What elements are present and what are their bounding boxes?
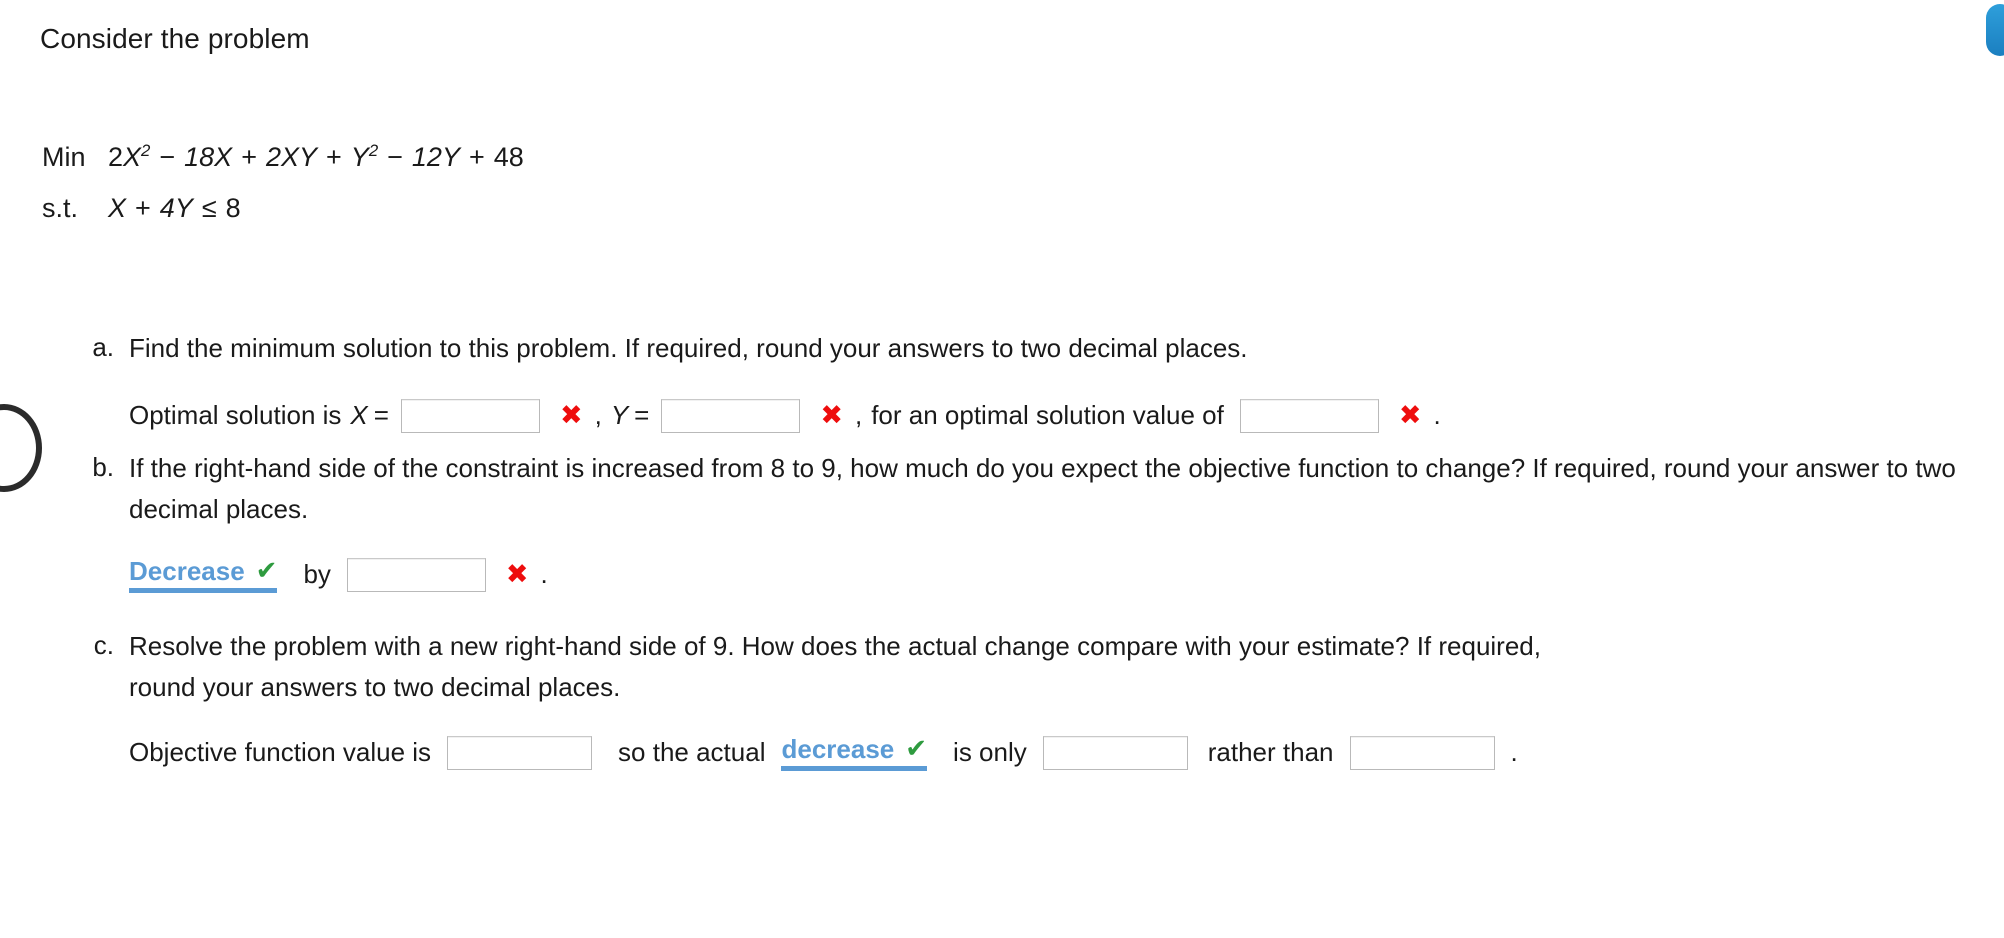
- objective-exponent-2: 2: [368, 141, 379, 160]
- objective-term-1: 2: [108, 142, 124, 172]
- problem-intro: Consider the problem: [40, 23, 310, 54]
- question-prompt-c: Resolve the problem with a new right-han…: [129, 631, 1541, 702]
- question-body-c: Resolve the problem with a new right-han…: [129, 626, 1599, 773]
- objective-op-5: +: [468, 142, 485, 172]
- objective-value-input[interactable]: [447, 735, 593, 770]
- answer-a-mid: for an optimal solution value of: [871, 400, 1224, 430]
- question-prompt-b: If the right-hand side of the constraint…: [129, 453, 1956, 524]
- direction-select-c[interactable]: decrease ✔: [781, 734, 928, 771]
- answer-a-equals-y: =: [634, 400, 650, 430]
- answer-b-by: by: [303, 559, 331, 589]
- constraint-tag: s.t.: [42, 193, 79, 223]
- constraint-lhs-a: X: [108, 193, 127, 223]
- question-body-b: If the right-hand side of the constraint…: [129, 448, 2004, 595]
- objective-term-6: 48: [493, 142, 524, 172]
- constraint-op: +: [135, 193, 151, 223]
- direction-select-b[interactable]: Decrease ✔: [129, 556, 278, 593]
- question-item-a: a. Find the minimum solution to this pro…: [84, 328, 2004, 448]
- objective-tag: Min: [42, 142, 86, 172]
- correct-check-icon-c: ✔: [905, 734, 928, 764]
- objective-op-1: −: [159, 142, 176, 172]
- answer-c-mid-2: is only: [953, 737, 1027, 767]
- constraint-relation: ≤: [201, 193, 217, 223]
- answer-a-equals-x: =: [373, 400, 389, 430]
- constraint-row: s.t. X +4Y ≤8: [42, 183, 524, 234]
- question-item-c: c. Resolve the problem with a new right-…: [84, 626, 2004, 773]
- answer-line-a: Optimal solution is X = ✖ , Y = ✖ , for …: [129, 395, 2004, 436]
- question-label-a: a.: [92, 332, 114, 362]
- incorrect-icon-expected-change: ✖: [505, 559, 529, 590]
- optimal-objective-input[interactable]: [1239, 398, 1379, 433]
- objective-op-2: +: [241, 142, 257, 172]
- direction-select-c-label: decrease: [781, 734, 895, 764]
- worksheet-page: Consider the problem Min 2X2−18X +2XY + Y2−…: [0, 0, 2004, 938]
- answer-a-var-x: X: [350, 400, 368, 430]
- expected-change-input[interactable]: [346, 557, 486, 592]
- edge-tab-icon[interactable]: [1986, 4, 2004, 56]
- objective-exponent-1: 2: [141, 141, 151, 160]
- incorrect-icon-objective: ✖: [1398, 400, 1422, 431]
- answer-c-period: .: [1510, 737, 1518, 767]
- constraint-expression: X +4Y ≤8: [108, 183, 241, 234]
- optimal-y-input[interactable]: [661, 398, 801, 433]
- objective-term-2: 18X: [184, 142, 233, 172]
- constraint-rhs: 8: [225, 193, 241, 223]
- optimal-x-input[interactable]: [400, 398, 540, 433]
- objective-op-3: +: [326, 142, 342, 172]
- objective-term-3: 2XY: [265, 142, 318, 172]
- actual-decrease-input[interactable]: [1042, 735, 1188, 770]
- question-prompt-a: Find the minimum solution to this proble…: [129, 333, 1248, 363]
- question-body-a: Find the minimum solution to this proble…: [129, 328, 2004, 436]
- objective-row: Min 2X2−18X +2XY + Y2−12Y +48: [42, 132, 524, 183]
- incorrect-icon-x: ✖: [559, 400, 583, 431]
- objective-term-5: 12Y: [411, 142, 460, 172]
- question-item-b: b. If the right-hand side of the constra…: [84, 448, 2004, 626]
- answer-a-var-y: Y: [610, 400, 629, 430]
- question-label-b: b.: [92, 452, 114, 482]
- model-block: Min 2X2−18X +2XY + Y2−12Y +48 s.t. X +4Y ≤8: [42, 132, 524, 234]
- answer-c-mid-3: rather than: [1207, 737, 1334, 767]
- objective-term-4: Y: [350, 142, 369, 172]
- answer-c-lead: Objective function value is: [129, 737, 432, 767]
- constraint-lhs-b: 4Y: [159, 193, 193, 223]
- objective-expression: 2X2−18X +2XY + Y2−12Y +48: [108, 132, 524, 183]
- question-list: a. Find the minimum solution to this pro…: [84, 328, 2004, 773]
- answer-line-c: Objective function value is so the actua…: [129, 732, 1599, 773]
- answer-b-period: .: [540, 559, 548, 589]
- answer-line-b: Decrease ✔ by ✖ .: [129, 554, 2004, 595]
- answer-a-lead: Optimal solution is: [129, 400, 342, 430]
- objective-op-4: −: [387, 142, 403, 172]
- incorrect-icon-y: ✖: [820, 400, 843, 431]
- objective-var-x1: X: [123, 142, 142, 172]
- answer-a-comma-2: ,: [854, 400, 863, 430]
- cursor-ring-icon: [0, 404, 42, 492]
- correct-check-icon-b: ✔: [255, 556, 278, 586]
- answer-a-comma-1: ,: [594, 400, 602, 430]
- estimated-decrease-input[interactable]: [1349, 735, 1495, 770]
- direction-select-b-label: Decrease: [129, 556, 245, 586]
- question-label-c: c.: [93, 630, 114, 660]
- answer-a-period: .: [1433, 400, 1441, 430]
- answer-c-mid-1: so the actual: [618, 737, 766, 767]
